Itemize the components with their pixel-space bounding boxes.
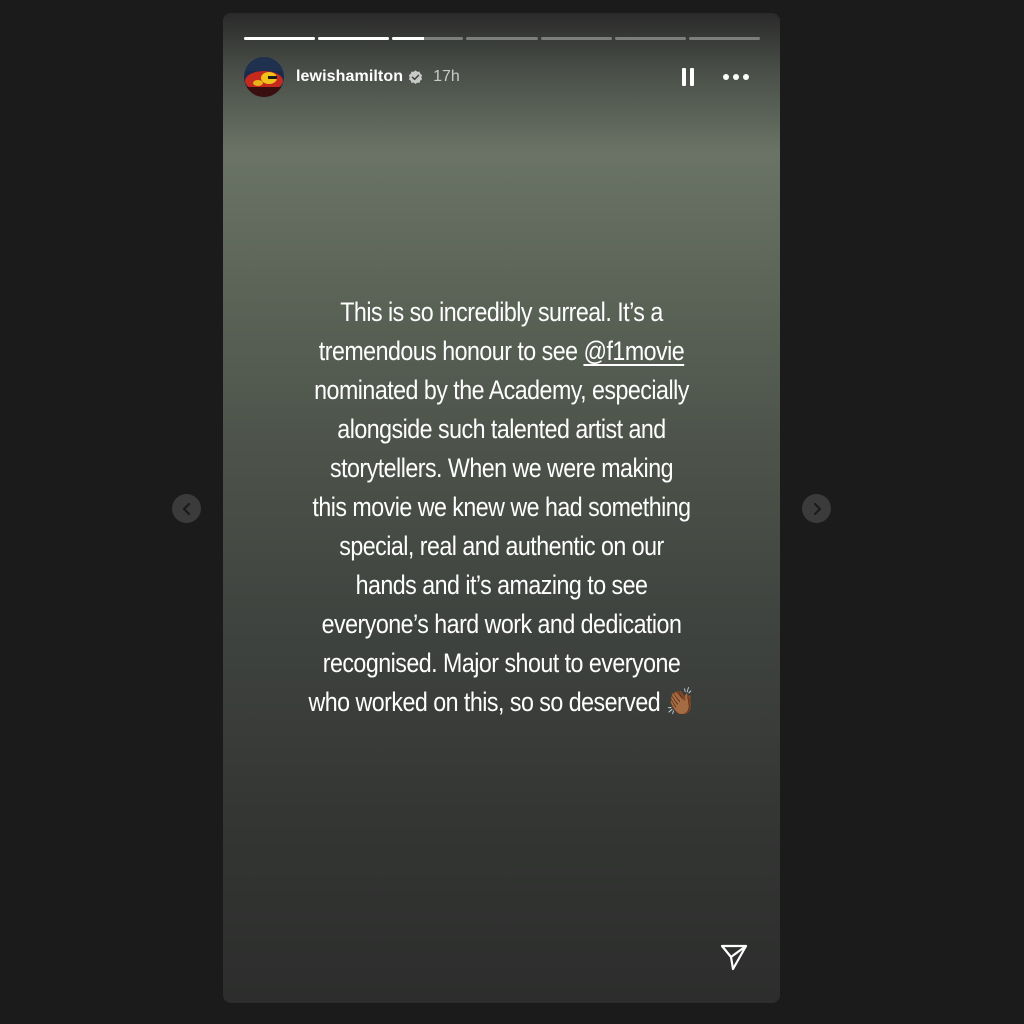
progress-segment [466, 37, 538, 40]
pause-button[interactable] [677, 66, 699, 88]
post-time: 17h [433, 68, 460, 85]
progress-segment-fill [318, 37, 390, 40]
progress-segment [392, 37, 464, 40]
progress-segment [244, 37, 316, 40]
clapping-hands-emoji: 👏🏾 [666, 687, 695, 717]
caption-line: who worked on this, so so deserved 👏🏾 [296, 683, 706, 722]
progress-segment-fill [392, 37, 425, 40]
caption-line-text: who worked on this, so so deserved [308, 687, 667, 717]
username[interactable]: lewishamilton [296, 68, 403, 86]
previous-story-button[interactable] [172, 494, 201, 523]
caption-line: recognised. Major shout to everyone [322, 648, 681, 678]
caption-line: special, real and authentic on our [339, 531, 664, 561]
caption-line: alongside such talented artist and [337, 414, 666, 444]
caption-line-text: tremendous honour to see [318, 336, 584, 366]
story-viewer-page: lewishamilton 17h This is so incredibly … [0, 0, 1024, 1024]
mention-link[interactable]: @f1movie [583, 336, 684, 366]
caption-line: hands and it’s amazing to see [355, 570, 648, 600]
chevron-right-icon [813, 502, 821, 515]
story-progress-bar [244, 37, 760, 40]
progress-segment-fill [244, 37, 316, 40]
caption-line: this movie we knew we had something [312, 492, 691, 522]
story-card[interactable]: lewishamilton 17h This is so incredibly … [223, 13, 780, 1003]
next-story-button[interactable] [802, 494, 831, 523]
progress-segment [614, 37, 686, 40]
profile-picture [244, 57, 284, 97]
chevron-left-icon [182, 502, 190, 515]
verified-badge-icon [408, 69, 423, 85]
more-options-icon [723, 74, 749, 80]
caption-line: This is so incredibly surreal. It’s a [340, 297, 663, 327]
share-button[interactable] [718, 941, 750, 973]
progress-segment [688, 37, 760, 40]
caption-line: tremendous honour to see @f1movie [296, 332, 706, 371]
more-options-button[interactable] [721, 66, 751, 88]
send-icon [720, 944, 748, 971]
caption-line: nominated by the Academy, especially [314, 375, 689, 405]
caption-line: storytellers. When we were making [329, 453, 674, 483]
story-header: lewishamilton 17h [244, 56, 759, 98]
progress-segment [318, 37, 390, 40]
avatar[interactable] [244, 57, 284, 97]
progress-segment [540, 37, 612, 40]
pause-icon [682, 68, 694, 86]
caption-line: everyone’s hard work and dedication [321, 609, 682, 639]
story-caption: This is so incredibly surreal. It’s a tr… [296, 293, 706, 722]
